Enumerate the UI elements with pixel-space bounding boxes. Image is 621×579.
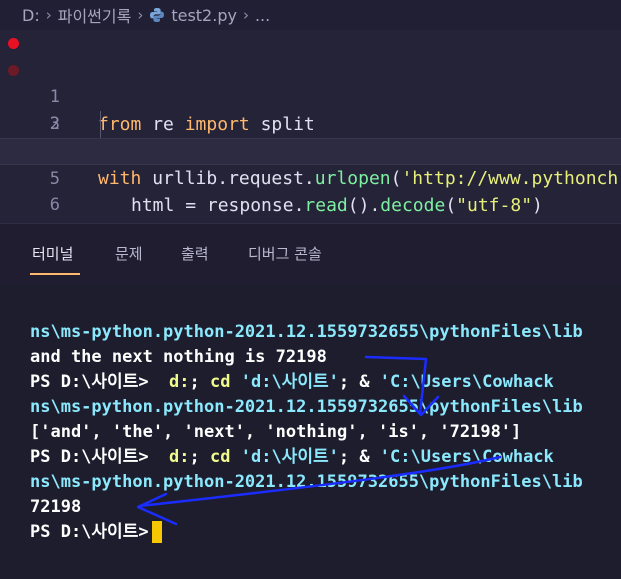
breadcrumb-file[interactable]: test2.py bbox=[171, 6, 237, 25]
terminal-cursor bbox=[151, 521, 162, 543]
terminal-line: ['and', 'the', 'next', 'nothing', 'is', … bbox=[30, 422, 522, 442]
chevron-right-icon: › bbox=[137, 6, 144, 24]
chevron-right-icon: › bbox=[45, 6, 52, 24]
terminal-line: PS D:\사이트> d:; cd 'd:\사이트'; & 'C:\Users\… bbox=[30, 372, 554, 392]
chevron-right-icon: › bbox=[242, 6, 249, 24]
terminal-line: ns\ms-python.python-2021.12.1559732655\p… bbox=[30, 472, 583, 492]
code-editor[interactable]: 1 from re import split 2 import urllib.r… bbox=[0, 30, 621, 270]
tab-terminal[interactable]: 터미널 bbox=[32, 243, 73, 264]
breadcrumb: D: › 파이썬기록 › test2.py › ... bbox=[0, 0, 621, 30]
python-file-icon bbox=[150, 8, 165, 22]
breakpoint-icon[interactable] bbox=[8, 38, 19, 49]
tab-output[interactable]: 출력 bbox=[181, 243, 209, 264]
terminal-line: and the next nothing is 72198 bbox=[30, 347, 327, 367]
code-line[interactable]: 2 import urllib.request bbox=[0, 57, 621, 162]
terminal-line: 72198 bbox=[30, 497, 82, 517]
indent-guide bbox=[100, 111, 101, 138]
code-line[interactable]: 3 ∨ with urllib.request.urlopen('http://… bbox=[0, 84, 621, 189]
code-line-current[interactable]: 5 bbox=[0, 138, 621, 189]
tab-debug-console[interactable]: 디버그 콘솔 bbox=[248, 243, 322, 264]
tab-problems[interactable]: 문제 bbox=[115, 243, 143, 264]
panel-tabs: 터미널 문제 출력 디버그 콘솔 bbox=[0, 223, 621, 285]
breadcrumb-folder[interactable]: 파이썬기록 bbox=[58, 3, 132, 27]
breadcrumb-drive[interactable]: D: bbox=[22, 6, 40, 25]
code-line[interactable]: 6 html = html.split(' ') bbox=[0, 165, 621, 243]
active-tab-indicator bbox=[30, 273, 80, 275]
terminal-line: ns\ms-python.python-2021.12.1559732655\p… bbox=[30, 322, 583, 342]
breadcrumb-more[interactable]: ... bbox=[255, 6, 270, 25]
terminal-line: ns\ms-python.python-2021.12.1559732655\p… bbox=[30, 397, 583, 417]
code-line[interactable]: 4 html = response.read().decode("utf-8") bbox=[0, 111, 621, 216]
terminal-prompt-line: PS D:\사이트> bbox=[30, 520, 162, 545]
terminal-output[interactable]: ns\ms-python.python-2021.12.1559732655\p… bbox=[0, 285, 621, 579]
breakpoint-icon[interactable] bbox=[8, 65, 19, 76]
code-line[interactable]: 1 from re import split bbox=[0, 30, 621, 135]
code-line[interactable]: 7 print(html[5]) bbox=[0, 192, 621, 270]
terminal-line: PS D:\사이트> d:; cd 'd:\사이트'; & 'C:\Users\… bbox=[30, 447, 554, 467]
